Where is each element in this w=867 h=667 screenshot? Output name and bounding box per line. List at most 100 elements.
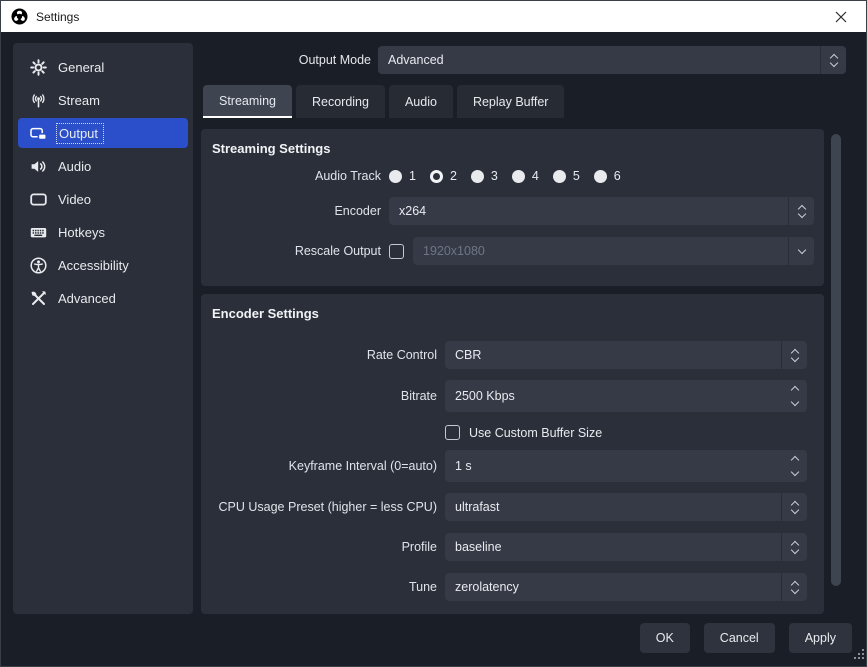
sidebar-item-label: Video <box>58 192 91 207</box>
keyboard-icon <box>30 224 47 241</box>
rate-control-select[interactable]: CBR <box>445 341 807 369</box>
bitrate-spinbox[interactable]: 2500 Kbps <box>445 380 807 412</box>
tune-row: Tune zerolatency <box>201 573 824 601</box>
output-mode-value: Advanced <box>378 53 820 67</box>
spinner-arrows-icon[interactable] <box>788 197 814 225</box>
close-icon <box>835 11 847 23</box>
tune-select[interactable]: zerolatency <box>445 573 807 601</box>
output-mode-select[interactable]: Advanced <box>378 46 846 74</box>
encoder-settings-panel: Encoder Settings Rate Control CBR Bitrat… <box>201 294 824 614</box>
encoder-label: Encoder <box>201 204 381 218</box>
sidebar-item-accessibility[interactable]: Accessibility <box>18 250 188 280</box>
speaker-icon <box>30 158 47 175</box>
tab-streaming[interactable]: Streaming <box>203 85 292 118</box>
audio-track-1[interactable]: 1 <box>389 169 416 183</box>
encoder-select[interactable]: x264 <box>389 197 814 225</box>
keyframe-interval-label: Keyframe Interval (0=auto) <box>201 459 437 473</box>
streaming-settings-title: Streaming Settings <box>201 129 824 156</box>
audio-track-radios: 1 2 3 4 5 6 <box>389 169 621 183</box>
sidebar-item-label: General <box>58 60 104 75</box>
streaming-settings-panel: Streaming Settings Audio Track 1 2 3 4 5… <box>201 129 824 286</box>
cpu-preset-select[interactable]: ultrafast <box>445 493 807 521</box>
rate-control-row: Rate Control CBR <box>201 341 824 369</box>
sidebar-item-output[interactable]: Output <box>18 118 188 148</box>
ok-button[interactable]: OK <box>640 623 690 653</box>
resize-grip[interactable] <box>854 647 865 665</box>
radio-icon <box>594 170 607 183</box>
sidebar-item-advanced[interactable]: Advanced <box>18 283 188 313</box>
sidebar-item-label: Hotkeys <box>58 225 105 240</box>
audio-track-label: Audio Track <box>201 169 381 183</box>
keyframe-row: Keyframe Interval (0=auto) 1 s <box>201 450 824 482</box>
rescale-output-checkbox[interactable] <box>389 244 404 259</box>
sidebar-item-video[interactable]: Video <box>18 184 188 214</box>
sidebar-item-audio[interactable]: Audio <box>18 151 188 181</box>
custom-buffer-row: Use Custom Buffer Size <box>445 425 824 440</box>
profile-label: Profile <box>201 540 437 554</box>
sidebar-item-stream[interactable]: Stream <box>18 85 188 115</box>
output-icon <box>30 125 47 142</box>
audio-track-5[interactable]: 5 <box>553 169 580 183</box>
spinner-arrows-icon[interactable] <box>781 533 807 561</box>
cpu-preset-label: CPU Usage Preset (higher = less CPU) <box>201 500 437 514</box>
sidebar-item-hotkeys[interactable]: Hotkeys <box>18 217 188 247</box>
radio-icon <box>471 170 484 183</box>
profile-row: Profile baseline <box>201 533 824 561</box>
tab-audio[interactable]: Audio <box>389 85 453 118</box>
encoder-settings-title: Encoder Settings <box>201 294 824 321</box>
chevron-down-icon[interactable] <box>788 237 814 265</box>
tab-recording[interactable]: Recording <box>296 85 385 118</box>
cpu-preset-row: CPU Usage Preset (higher = less CPU) ult… <box>201 493 824 521</box>
gear-icon <box>30 59 47 76</box>
rate-control-label: Rate Control <box>201 348 437 362</box>
tab-replay-buffer[interactable]: Replay Buffer <box>457 85 565 118</box>
radio-icon <box>553 170 566 183</box>
use-custom-buffer-label: Use Custom Buffer Size <box>469 426 602 440</box>
output-tabs: Streaming Recording Audio Replay Buffer <box>203 85 564 118</box>
audio-track-6[interactable]: 6 <box>594 169 621 183</box>
display-icon <box>30 191 47 208</box>
spinner-arrows-icon[interactable] <box>820 46 846 74</box>
obs-logo-icon <box>11 8 28 25</box>
use-custom-buffer-checkbox-row[interactable]: Use Custom Buffer Size <box>445 425 602 440</box>
use-custom-buffer-checkbox[interactable] <box>445 425 460 440</box>
apply-button[interactable]: Apply <box>789 623 852 653</box>
radio-icon <box>389 170 402 183</box>
audio-track-2[interactable]: 2 <box>430 169 457 183</box>
sidebar-item-label: Stream <box>58 93 100 108</box>
audio-track-3[interactable]: 3 <box>471 169 498 183</box>
tune-label: Tune <box>201 580 437 594</box>
spinner-arrows-icon[interactable] <box>781 341 807 369</box>
output-mode-label: Output Mode <box>201 53 371 67</box>
tools-icon <box>30 290 47 307</box>
accessibility-icon <box>30 257 47 274</box>
sidebar-item-general[interactable]: General <box>18 52 188 82</box>
cancel-button[interactable]: Cancel <box>704 623 775 653</box>
profile-select[interactable]: baseline <box>445 533 807 561</box>
rescale-row: Rescale Output 1920x1080 <box>201 237 824 265</box>
sidebar: General Stream Output Audio Video Hotkey… <box>13 43 193 614</box>
broadcast-icon <box>30 92 47 109</box>
bitrate-row: Bitrate 2500 Kbps <box>201 380 824 412</box>
settings-window: Settings General Stream Output Audio Vid… <box>0 0 867 667</box>
radio-icon <box>512 170 525 183</box>
vertical-scrollbar[interactable] <box>831 134 841 586</box>
sidebar-item-label: Advanced <box>58 291 116 306</box>
close-button[interactable] <box>826 4 856 30</box>
rescale-output-label: Rescale Output <box>201 244 381 258</box>
output-mode-row: Output Mode Advanced <box>201 46 846 74</box>
spinbox-arrows-icon[interactable] <box>792 380 798 412</box>
titlebar: Settings <box>1 1 866 32</box>
radio-checked-icon <box>430 170 443 183</box>
window-title: Settings <box>36 10 79 24</box>
keyframe-interval-spinbox[interactable]: 1 s <box>445 450 807 482</box>
sidebar-item-label: Accessibility <box>58 258 129 273</box>
dialog-buttons: OK Cancel Apply <box>640 623 852 653</box>
sidebar-item-label: Output <box>56 123 104 144</box>
audio-track-4[interactable]: 4 <box>512 169 539 183</box>
bitrate-label: Bitrate <box>201 389 437 403</box>
spinner-arrows-icon[interactable] <box>781 493 807 521</box>
spinbox-arrows-icon[interactable] <box>792 450 798 482</box>
rescale-resolution-select[interactable]: 1920x1080 <box>413 237 814 265</box>
spinner-arrows-icon[interactable] <box>781 573 807 601</box>
